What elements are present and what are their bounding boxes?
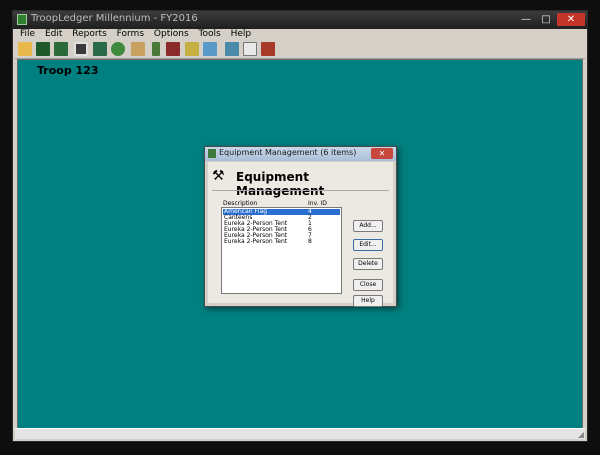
close-dialog-button[interactable]: Close: [353, 279, 383, 291]
print-icon[interactable]: [54, 42, 68, 56]
app-icon: [17, 14, 27, 25]
equipment-icon: ⚒: [212, 168, 225, 184]
status-bar: ◢: [15, 428, 585, 439]
save-icon[interactable]: [36, 42, 50, 56]
close-button[interactable]: ✕: [557, 13, 585, 26]
window-title: TroopLedger Millennium - FY2016: [31, 13, 198, 24]
menu-forms[interactable]: Forms: [117, 29, 144, 39]
equipment-dialog: Equipment Management (6 items) ✕ ⚒ Equip…: [204, 146, 397, 307]
help-button[interactable]: Help: [353, 295, 383, 307]
equipment-list[interactable]: American Flag 4 Canteens 2 Eureka 2-Person…: [221, 207, 342, 294]
menu-help[interactable]: Help: [231, 29, 252, 39]
menu-edit[interactable]: Edit: [45, 29, 62, 39]
menu-tools[interactable]: Tools: [199, 29, 221, 39]
menu-bar: File Edit Reports Forms Options Tools He…: [15, 29, 585, 41]
menu-reports[interactable]: Reports: [72, 29, 107, 39]
add-button[interactable]: Add...: [353, 220, 383, 232]
help-icon[interactable]: [261, 42, 275, 56]
calculator-icon[interactable]: [93, 42, 107, 56]
group-icon[interactable]: [131, 42, 145, 56]
edit-button[interactable]: Edit...: [353, 239, 383, 251]
dialog-close-button[interactable]: ✕: [371, 148, 393, 159]
troop-label: Troop 123: [37, 64, 99, 77]
menu-file[interactable]: File: [20, 29, 35, 39]
maximize-button[interactable]: □: [537, 13, 555, 26]
column-header-inv-id[interactable]: Inv. ID: [308, 200, 327, 207]
scout-icon[interactable]: [152, 42, 160, 56]
delete-button[interactable]: Delete: [353, 258, 383, 270]
dialog-header: Equipment Management: [236, 170, 325, 198]
minimize-button[interactable]: —: [517, 13, 535, 26]
list-item[interactable]: Eureka 2-Person Tent 8: [223, 239, 340, 245]
equipment-icon[interactable]: [185, 42, 199, 56]
handshake-icon[interactable]: [203, 42, 217, 56]
open-folder-icon[interactable]: [18, 42, 32, 56]
money-bag-icon[interactable]: [111, 42, 125, 56]
grid-icon[interactable]: [243, 42, 257, 56]
menu-options[interactable]: Options: [154, 29, 189, 39]
resize-grip-icon[interactable]: ◢: [578, 430, 584, 439]
dialog-body: ⚒ Equipment Management Description Inv. …: [208, 162, 393, 307]
notes-icon[interactable]: [225, 42, 239, 56]
dialog-app-icon: [208, 149, 216, 158]
title-bar[interactable]: TroopLedger Millennium - FY2016 — □ ✕: [13, 11, 587, 29]
column-header-description[interactable]: Description: [223, 200, 257, 207]
person-icon[interactable]: [166, 42, 180, 56]
dialog-title: Equipment Management (6 items): [219, 148, 357, 157]
divider: [212, 190, 389, 191]
dialog-title-bar[interactable]: Equipment Management (6 items) ✕: [205, 147, 396, 161]
toolbar: [15, 41, 585, 59]
ledger-icon[interactable]: [74, 42, 88, 56]
